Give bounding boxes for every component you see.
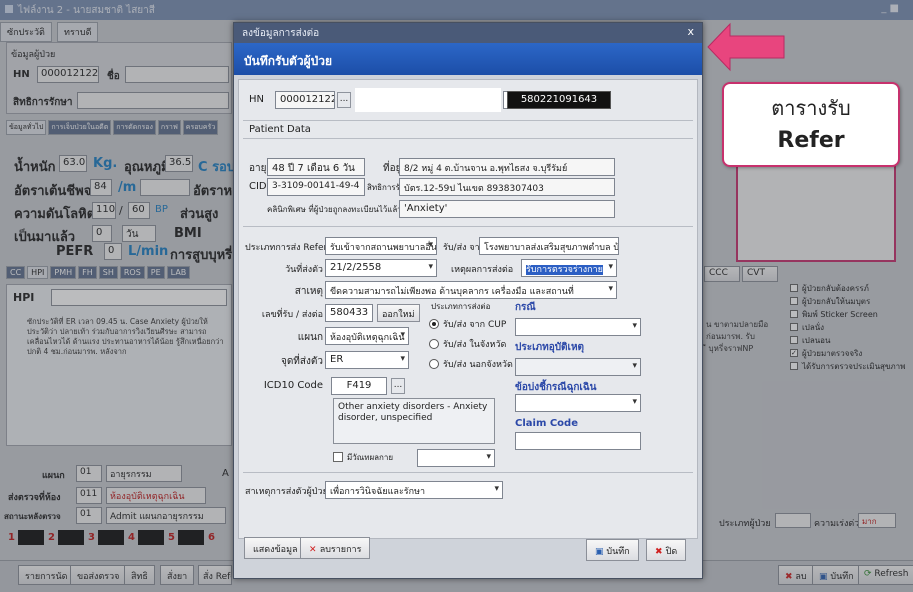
close-x-icon: ✖ [655,547,666,557]
divider-purpose [243,472,693,473]
dept-label: แผนก [297,332,323,343]
hn-label: HN [249,94,264,105]
pregnant-select[interactable] [417,449,495,467]
purpose-select[interactable]: เพื่อการวินิจฉัยและรักษา [325,481,503,499]
dialog-title: ลงข้อมูลการส่งต่อ [242,28,320,39]
cid-field[interactable]: 3-3109-00141-49-4 [267,178,365,196]
icd-description: Other anxiety disorders - Anxiety disord… [333,398,495,444]
radio-button[interactable] [429,319,439,329]
claim-field[interactable] [515,432,641,450]
refer-no-label: เลขที่รับ / ส่งต่อ [261,310,323,320]
address-field[interactable]: 8/2 หมู่ 4 ต.บ้านจาน อ.พุทไธสง จ.บุรีรัม… [399,158,615,176]
annotation-callout: ตารางรับ Refer [722,82,900,167]
patient-data-section: Patient Data [249,124,311,135]
hn-lookup-button[interactable]: ... [337,92,351,108]
refer-mode-label: ประเภทการส่งต่อ [431,302,491,311]
annotation-arrow-icon [707,22,785,72]
radio-label: รับ/ส่ง นอกจังหวัด [443,360,513,370]
hn-input[interactable]: 000012122 [275,91,335,109]
divider-top [243,120,693,121]
radio-label: รับ/ส่ง ในจังหวัด [443,340,507,350]
icd-label: ICD10 Code [263,380,323,391]
case-label: กรณี [515,302,536,313]
show-data-button[interactable]: แสดงข้อมูล [244,537,307,559]
reason-select-value: รับการตรวจร่างกาย [526,265,603,275]
accident-select[interactable] [515,358,641,376]
refer-date-field[interactable]: 21/2/2558 [325,259,437,277]
reason-select[interactable]: รับการตรวจร่างกาย [521,259,617,277]
reason-label: เหตุผลการส่งต่อ [451,265,514,275]
age-label: อายุ [249,163,267,174]
dialog-body: HN 000012122 ... 580221091643 Patient Da… [238,79,698,539]
floppy-icon: ▣ [595,547,607,557]
delete-x-icon: ✕ [309,545,320,555]
point-label: จุดที่ส่งตัว [280,356,323,367]
cause-label: สาเหตุ [294,286,323,297]
rights-field[interactable]: บัตร.12-59ป ไนเขต 8938307403 [399,178,615,196]
cause-select[interactable]: ขีดความสามารถไม่เพียงพอ ด้านบุคลากร เครื… [325,281,617,299]
save-label: บันทึก [606,547,630,557]
case-select[interactable] [515,318,641,336]
divider-patient [243,138,693,139]
refer-from-field[interactable]: โรงพยาบาลส่งเสริมสุขภาพตำบล บ้านคลอ [479,237,619,255]
emergency-select[interactable] [515,394,641,412]
icd-lookup-button[interactable]: ... [391,378,405,394]
pregnant-label: มีวัณทผลกาย [347,453,394,462]
radio-button[interactable] [429,359,439,369]
delete-entry-label: ลบรายการ [319,545,362,555]
refer-type-label: ประเภทการส่ง Refer [245,243,328,253]
delete-entry-button[interactable]: ✕ ลบรายการ [300,537,371,559]
emergency-label: ข้อบ่งชี้กรณีฉุกเฉิน [515,382,597,393]
clinic-field[interactable]: 'Anxiety' [399,200,615,218]
patient-name-redacted [355,88,501,112]
point-select[interactable]: ER [325,351,409,369]
dialog-close-icon[interactable]: x [687,25,694,38]
clinic-label: คลินิกพิเศษ ที่ผู้ป่วยถูกลงทะเบียนไว้แล้… [267,205,402,214]
refer-dialog: ลงข้อมูลการส่งต่อ x บันทึกรับตัวผู้ป่วย … [233,22,703,579]
annotation-line2: Refer [777,128,845,153]
refer-no-field[interactable]: 580433 [325,304,373,322]
close-button[interactable]: ✖ ปิด [646,539,687,561]
purpose-label: สาเหตุการส่งตัวผู้ป่วย [245,487,328,497]
accident-label: ประเภทอุบัติเหตุ [515,342,585,353]
refer-date-label: วันที่ส่งตัว [285,265,323,275]
dialog-titlebar: ลงข้อมูลการส่งต่อ [234,23,702,43]
save-button[interactable]: ▣ บันทึก [586,539,639,561]
refer-id-field[interactable]: 580221091643 [507,91,611,109]
close-label: ปิด [665,547,678,557]
pregnant-checkbox[interactable] [333,452,343,462]
dialog-header: บันทึกรับตัวผู้ป่วย [234,43,702,75]
cid-label: CID [249,181,267,192]
annotation-line1: ตารางรับ [771,96,851,120]
radio-label: รับ/ส่ง จาก CUP [443,320,507,330]
radio-button[interactable] [429,339,439,349]
dept-select[interactable]: ห้องอุบัติเหตุฉุกเฉิน [325,327,409,345]
refer-type-select[interactable]: รับเข้าจากสถานพยาบาลอื่น [325,237,437,255]
claim-label: Claim Code [515,418,578,429]
generate-number-button[interactable]: ออกใหม่ [377,304,420,322]
icd-field[interactable]: F419 [331,377,387,395]
divider-refer [243,226,693,227]
age-field[interactable]: 48 ปี 7 เดือน 6 วัน [267,158,365,176]
